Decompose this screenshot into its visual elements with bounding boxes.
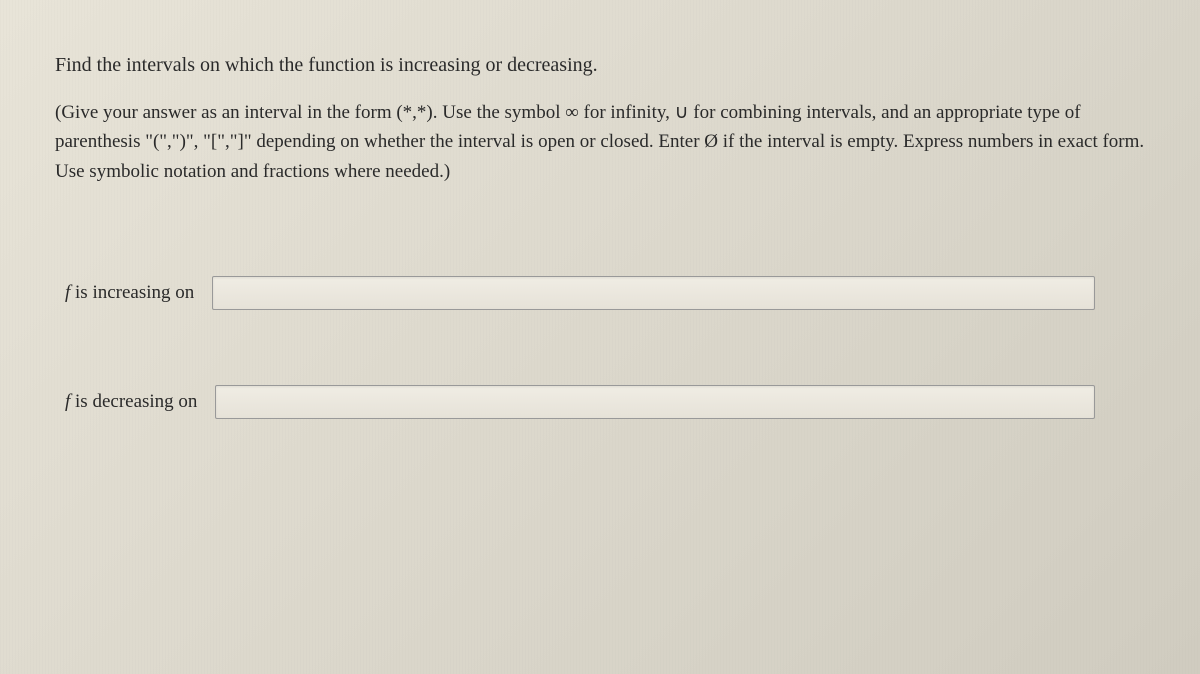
- decreasing-input[interactable]: [215, 385, 1095, 419]
- decreasing-label: f is decreasing on: [65, 391, 197, 413]
- question-prompt: Find the intervals on which the function…: [55, 50, 1145, 80]
- question-instructions: (Give your answer as an interval in the …: [55, 98, 1145, 186]
- increasing-label-text: is increasing on: [70, 282, 194, 303]
- increasing-input[interactable]: [212, 276, 1095, 310]
- question-container: Find the intervals on which the function…: [0, 0, 1200, 524]
- increasing-label: f is increasing on: [65, 282, 194, 304]
- decreasing-answer-row: f is decreasing on: [55, 385, 1145, 419]
- increasing-answer-row: f is increasing on: [55, 276, 1145, 310]
- decreasing-label-text: is decreasing on: [70, 391, 197, 412]
